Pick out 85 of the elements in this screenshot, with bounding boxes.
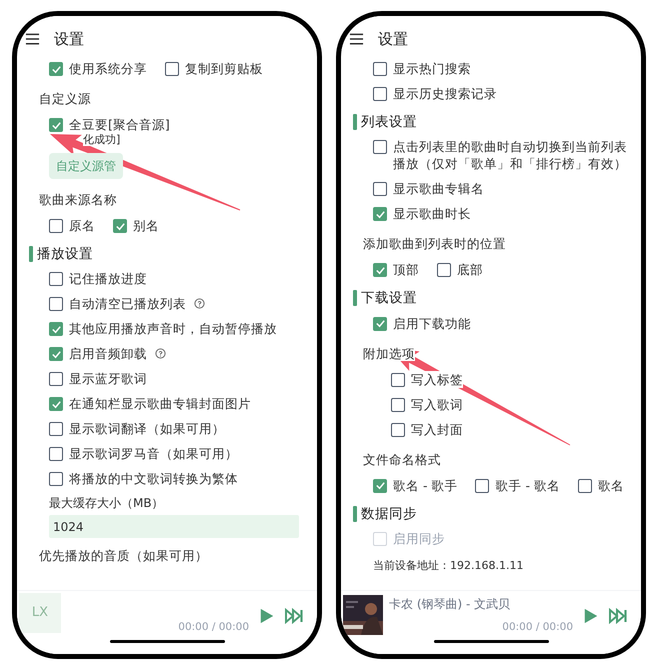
checkbox[interactable] [49,472,63,486]
checkbox[interactable] [49,347,63,362]
checkbox[interactable] [49,272,63,286]
field-label: 添加歌曲到列表时的位置 [363,236,506,252]
checkbox-label: 歌名 [598,476,624,494]
checkbox-label: 歌名 - 歌手 [393,476,458,494]
section-title: 下载设置 [361,289,417,308]
checkbox[interactable] [437,263,451,278]
skip-next-button[interactable] [285,608,303,624]
cache-size-field[interactable]: 1024 [49,515,299,538]
checkbox[interactable] [373,478,387,492]
checkbox-label: 显示歌曲时长 [393,205,471,222]
checkbox-label: 显示热门搜索 [393,60,471,77]
checkbox-label: 启用音频卸载 [69,345,147,362]
section-title: 列表设置 [361,113,417,132]
checkbox-label: 写入歌词 [411,396,463,412]
playback-time: 00:00 / 00:00 [502,620,573,636]
checkbox[interactable] [373,140,387,154]
checkbox-label: 原名 [69,217,95,234]
checkbox-label: 显示蓝牙歌词 [69,370,147,388]
section-marker [29,246,33,262]
checkbox[interactable] [49,422,63,436]
checkbox-label: 复制到剪贴板 [185,60,263,77]
field-label: 自定义源 [39,91,91,106]
checkbox-label: 全豆要[聚合音源] [69,116,170,133]
section-title: 数据同步 [361,504,417,524]
checkbox-label: 歌手 - 歌名 [495,476,560,494]
menu-icon[interactable] [25,32,40,46]
help-icon[interactable] [155,348,166,360]
checkbox-label: 在通知栏显示歌曲专辑封面图片 [69,395,251,412]
checkbox[interactable] [165,62,179,76]
checkbox-label: 将播放的中文歌词转换为繁体 [69,470,238,488]
field-label: 最大缓存大小（MB） [49,495,165,512]
skip-next-button[interactable] [609,608,627,624]
checkbox-label: 启用同步 [393,530,445,547]
checkbox[interactable] [578,478,592,492]
checkbox[interactable] [373,62,387,76]
checkbox-label: 写入封面 [411,420,463,438]
play-button[interactable] [583,606,599,624]
checkbox[interactable] [373,316,387,330]
field-label: 附加选项 [363,346,415,360]
page-title: 设置 [378,28,408,50]
checkbox-note: 化成功] [83,133,120,146]
checkbox[interactable] [373,182,387,196]
checkbox-label: 底部 [457,261,483,278]
checkbox[interactable] [49,62,63,76]
menu-icon[interactable] [349,32,364,46]
checkbox[interactable] [49,447,63,462]
playback-time: 00:00 / 00:00 [178,620,249,636]
checkbox-label: 启用下载功能 [393,314,471,332]
checkbox[interactable] [49,219,63,233]
checkbox-label: 使用系统分享 [69,60,147,77]
device-address: 当前设备地址：192.168.1.11 [373,558,524,572]
checkbox-label: 顶部 [393,261,419,278]
checkbox[interactable] [373,263,387,278]
checkbox[interactable] [391,372,405,386]
checkbox[interactable] [391,398,405,412]
checkbox[interactable] [475,478,490,492]
play-button[interactable] [259,606,275,624]
section-title: 播放设置 [37,245,93,264]
checkbox[interactable] [113,219,127,233]
checkbox[interactable] [391,422,405,436]
checkbox-label: 自动清空已播放列表 [69,295,186,312]
checkbox[interactable] [49,322,63,336]
checkbox-label: 记住播放进度 [69,270,147,288]
section-marker [353,506,357,522]
checkbox-label: 其他应用播放声音时，自动暂停播放 [69,320,277,338]
checkbox-label: 写入标签 [411,370,463,388]
section-marker [353,114,357,130]
page-title: 设置 [54,28,84,50]
checkbox-label: 别名 [133,217,159,234]
checkbox[interactable] [49,372,63,386]
checkbox-label: 显示歌曲专辑名 [393,180,484,198]
section-marker [353,290,357,306]
field-label: 文件命名格式 [363,452,441,466]
checkbox[interactable] [49,297,63,312]
app-logo: LX [19,593,61,633]
checkbox[interactable] [49,397,63,412]
checkbox[interactable] [373,207,387,222]
help-icon[interactable] [194,298,205,310]
checkbox[interactable] [49,118,63,132]
checkbox-label: 显示历史搜索记录 [393,85,497,102]
song-title: 卡农 (钢琴曲) - 文武贝 [389,596,510,613]
field-label: 歌曲来源名称 [39,192,117,207]
checkbox[interactable] [373,87,387,101]
